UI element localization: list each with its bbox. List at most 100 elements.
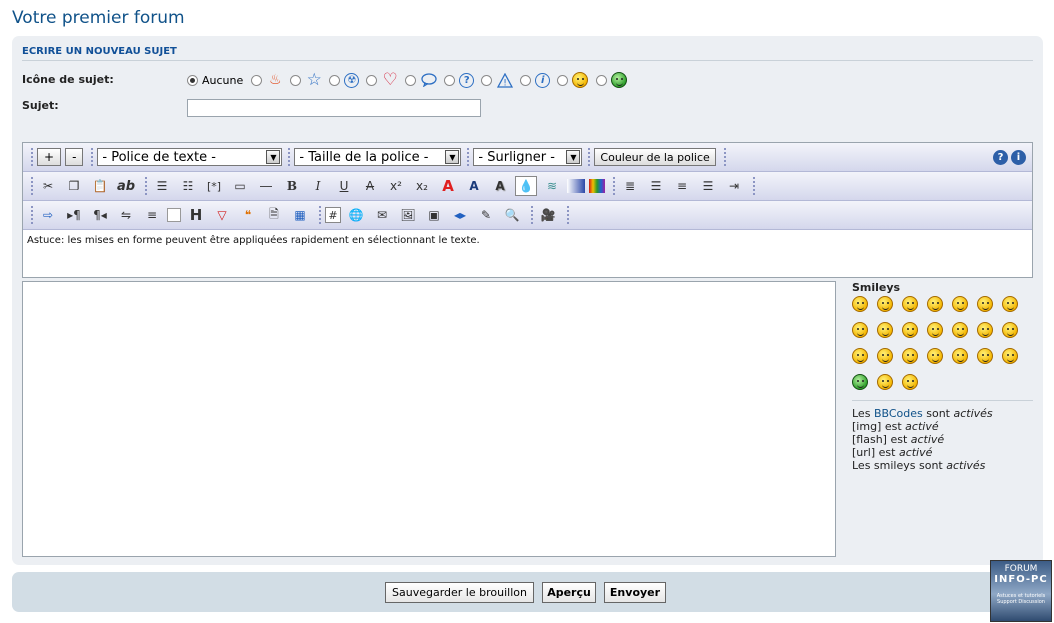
- wave-text-icon[interactable]: ≋: [541, 176, 563, 196]
- smiley-icon[interactable]: [852, 374, 868, 390]
- align-left-icon[interactable]: ☰: [645, 176, 667, 196]
- smiley-icon[interactable]: [902, 322, 918, 338]
- font-color-button[interactable]: Couleur de la police: [594, 148, 716, 166]
- clip-icon[interactable]: ✎: [475, 205, 497, 225]
- list-item-icon[interactable]: [*]: [203, 176, 225, 196]
- rtl-icon[interactable]: ¶◂: [89, 205, 111, 225]
- italic-icon[interactable]: I: [307, 176, 329, 196]
- marquee-icon[interactable]: ≡: [141, 205, 163, 225]
- smiley-icon[interactable]: [877, 348, 893, 364]
- smiley-icon[interactable]: [1002, 296, 1018, 312]
- bbcodes-link[interactable]: BBCodes: [874, 407, 923, 420]
- radio-radioactive[interactable]: [329, 74, 341, 86]
- spellcheck-icon[interactable]: ab: [115, 176, 137, 196]
- horizontal-rule-icon[interactable]: ―: [255, 176, 277, 196]
- message-textarea[interactable]: [22, 281, 836, 557]
- shadow-text-icon[interactable]: A: [489, 176, 511, 196]
- smiley-icon[interactable]: [852, 322, 868, 338]
- spoiler-icon[interactable]: [167, 208, 181, 222]
- smiley-icon[interactable]: [877, 322, 893, 338]
- bold-icon[interactable]: B: [281, 176, 303, 196]
- send-button[interactable]: Envoyer: [604, 582, 666, 603]
- text-color-icon[interactable]: A: [437, 176, 459, 196]
- underline-icon[interactable]: U: [333, 176, 355, 196]
- radio-none[interactable]: [187, 74, 198, 86]
- rainbow-icon[interactable]: [589, 179, 605, 193]
- smiley-icon[interactable]: [852, 348, 868, 364]
- help-icon[interactable]: ?: [993, 149, 1008, 165]
- gradient-icon[interactable]: [567, 179, 585, 193]
- table-icon[interactable]: ▦: [289, 205, 311, 225]
- insert-icon[interactable]: ⇨: [37, 205, 59, 225]
- scroll-text-icon[interactable]: ⇋: [115, 205, 137, 225]
- flame-icon: ♨: [268, 72, 282, 88]
- subscript-icon[interactable]: x₂: [411, 176, 433, 196]
- link-icon[interactable]: 🌐: [345, 205, 367, 225]
- align-justify-icon[interactable]: ≣: [619, 176, 641, 196]
- heading-icon[interactable]: H: [185, 205, 207, 225]
- save-draft-button[interactable]: Sauvegarder le brouillon: [385, 582, 534, 603]
- page-break-icon[interactable]: ▭: [229, 176, 251, 196]
- paste-icon[interactable]: 📋: [89, 176, 111, 196]
- align-center-icon[interactable]: ≡: [671, 176, 693, 196]
- smiley-icon[interactable]: [877, 374, 893, 390]
- toolbar-separator: [588, 148, 591, 166]
- highlight-select[interactable]: - Surligner - ▼: [473, 148, 583, 166]
- font-size-icon[interactable]: A: [463, 176, 485, 196]
- topic-icon-options: Aucune ♨ ☆ ☢ ♡ ? ! i: [187, 70, 628, 90]
- numbered-list-icon[interactable]: ☷: [177, 176, 199, 196]
- radio-wink[interactable]: [557, 74, 569, 86]
- smiley-icon[interactable]: [952, 322, 968, 338]
- info-icon[interactable]: i: [1011, 149, 1026, 165]
- ltr-icon[interactable]: ▸¶: [63, 205, 85, 225]
- smiley-icon[interactable]: [927, 296, 943, 312]
- subject-input[interactable]: [187, 99, 481, 117]
- email-icon[interactable]: ✉: [371, 205, 393, 225]
- smiley-icon[interactable]: [977, 296, 993, 312]
- copy-icon[interactable]: ❐: [63, 176, 85, 196]
- increase-size-button[interactable]: +: [37, 148, 62, 166]
- align-right-icon[interactable]: ☰: [697, 176, 719, 196]
- radio-star[interactable]: [290, 74, 302, 86]
- smiley-icon[interactable]: [877, 296, 893, 312]
- strikethrough-icon[interactable]: A: [359, 176, 381, 196]
- radio-heart[interactable]: [366, 74, 378, 86]
- indent-icon[interactable]: ⇥: [723, 176, 745, 196]
- smiley-icon[interactable]: [902, 374, 918, 390]
- smiley-icon[interactable]: [852, 296, 868, 312]
- font-family-select-label: - Police de texte -: [102, 149, 216, 165]
- smiley-icon[interactable]: [977, 348, 993, 364]
- smiley-icon[interactable]: [1002, 322, 1018, 338]
- decrease-size-button[interactable]: -: [65, 148, 84, 166]
- radio-flame[interactable]: [251, 74, 263, 86]
- code-icon[interactable]: 🗎: [263, 205, 285, 225]
- smiley-icon[interactable]: [1002, 348, 1018, 364]
- smiley-icon[interactable]: [902, 348, 918, 364]
- radio-speech[interactable]: [405, 74, 417, 86]
- radio-grin[interactable]: [596, 74, 608, 86]
- bulleted-list-icon[interactable]: ☰: [151, 176, 173, 196]
- radio-warning[interactable]: [481, 74, 493, 86]
- radio-info[interactable]: [520, 74, 532, 86]
- video-icon[interactable]: 🎥: [537, 205, 559, 225]
- image-icon[interactable]: ▣: [423, 205, 445, 225]
- radio-question[interactable]: [444, 74, 456, 86]
- cut-icon[interactable]: ✂: [37, 176, 59, 196]
- superscript-icon[interactable]: x²: [385, 176, 407, 196]
- hide-icon[interactable]: ▽: [211, 205, 233, 225]
- glow-icon[interactable]: 💧: [515, 176, 537, 196]
- smiley-icon[interactable]: [927, 322, 943, 338]
- flash-icon[interactable]: ◂▸: [449, 205, 471, 225]
- smiley-icon[interactable]: [952, 296, 968, 312]
- smiley-icon[interactable]: [902, 296, 918, 312]
- quote-icon[interactable]: ❝: [237, 205, 259, 225]
- font-family-select[interactable]: - Police de texte - ▼: [97, 148, 283, 166]
- smiley-icon[interactable]: [977, 322, 993, 338]
- font-size-select[interactable]: - Taille de la police - ▼: [294, 148, 462, 166]
- smiley-icon[interactable]: [952, 348, 968, 364]
- upload-icon[interactable]: 🖼: [397, 205, 419, 225]
- smiley-icon[interactable]: [927, 348, 943, 364]
- search-icon[interactable]: 🔍: [501, 205, 523, 225]
- hash-icon[interactable]: #: [325, 207, 341, 223]
- preview-button[interactable]: Aperçu: [542, 582, 596, 603]
